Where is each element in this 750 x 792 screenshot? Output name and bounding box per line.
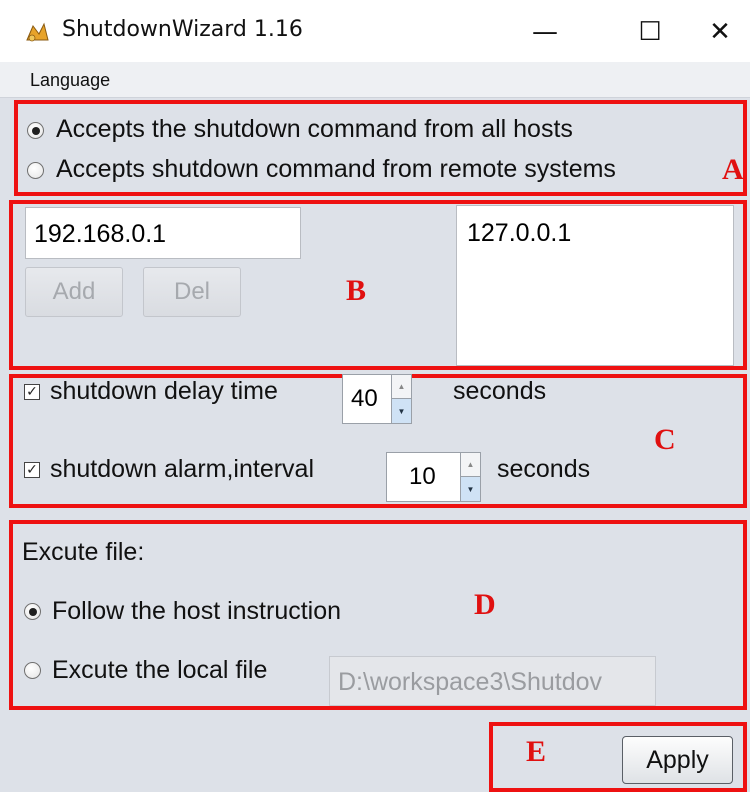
add-button[interactable]: Add (25, 267, 123, 317)
menu-item-language[interactable]: Language (30, 70, 110, 91)
del-button[interactable]: Del (143, 267, 241, 317)
radio-remote-systems[interactable] (27, 162, 44, 179)
annotation-label-b: B (346, 274, 367, 307)
radio-selected-dot (31, 126, 40, 135)
local-file-path-input[interactable]: D:\workspace3\Shutdov (329, 656, 656, 706)
app-icon (26, 22, 49, 42)
alarm-spin-buttons: ▲ ▼ (460, 453, 480, 501)
radio-local-file-label[interactable]: Excute the local file (52, 656, 267, 685)
radio-selected-dot (28, 607, 37, 616)
alarm-label: shutdown alarm,interval (50, 455, 315, 483)
spin-down-icon[interactable]: ▼ (392, 399, 411, 423)
annotation-label-c: C (654, 423, 676, 456)
radio-follow-host-label[interactable]: Follow the host instruction (52, 597, 341, 626)
title-bar: ShutdownWizard 1.16 — ☐ ✕ (0, 0, 750, 62)
delay-checkbox[interactable]: ✓ (24, 384, 40, 400)
annotation-label-d: D (474, 588, 496, 621)
execute-heading: Excute file: (22, 538, 145, 566)
radio-remote-systems-label[interactable]: Accepts shutdown command from remote sys… (56, 155, 616, 184)
minimize-button[interactable]: — (515, 10, 575, 54)
alarm-checkbox[interactable]: ✓ (24, 462, 40, 478)
apply-button[interactable]: Apply (622, 736, 733, 784)
host-list[interactable]: 127.0.0.1 (456, 205, 734, 366)
menu-bar: Language (0, 62, 750, 98)
spin-up-icon[interactable]: ▲ (392, 375, 411, 399)
radio-local-file[interactable] (24, 662, 41, 679)
maximize-button[interactable]: ☐ (620, 10, 680, 54)
delay-spin-buttons: ▲ ▼ (391, 375, 411, 423)
delay-label: shutdown delay time (50, 377, 278, 405)
close-button[interactable]: ✕ (690, 10, 750, 54)
delay-spinner[interactable]: 40 ▲ ▼ (342, 374, 412, 424)
radio-all-hosts-label[interactable]: Accepts the shutdown command from all ho… (56, 115, 573, 144)
local-file-path-value: D:\workspace3\Shutdov (338, 668, 603, 696)
alarm-unit: seconds (497, 455, 591, 483)
spin-down-icon[interactable]: ▼ (461, 477, 480, 501)
radio-all-hosts[interactable] (27, 122, 44, 139)
delay-value: 40 (351, 385, 378, 412)
radio-follow-host[interactable] (24, 603, 41, 620)
alarm-value: 10 (409, 463, 436, 490)
delay-unit: seconds (453, 377, 547, 405)
window-title: ShutdownWizard 1.16 (62, 17, 303, 42)
annotation-label-a: A (722, 153, 744, 186)
host-list-item[interactable]: 127.0.0.1 (467, 219, 571, 248)
ip-address-value: 192.168.0.1 (34, 220, 167, 248)
annotation-label-e: E (526, 735, 547, 768)
spin-up-icon[interactable]: ▲ (461, 453, 480, 477)
alarm-spinner[interactable]: 10 ▲ ▼ (386, 452, 481, 502)
ip-address-input[interactable]: 192.168.0.1 (25, 207, 301, 259)
